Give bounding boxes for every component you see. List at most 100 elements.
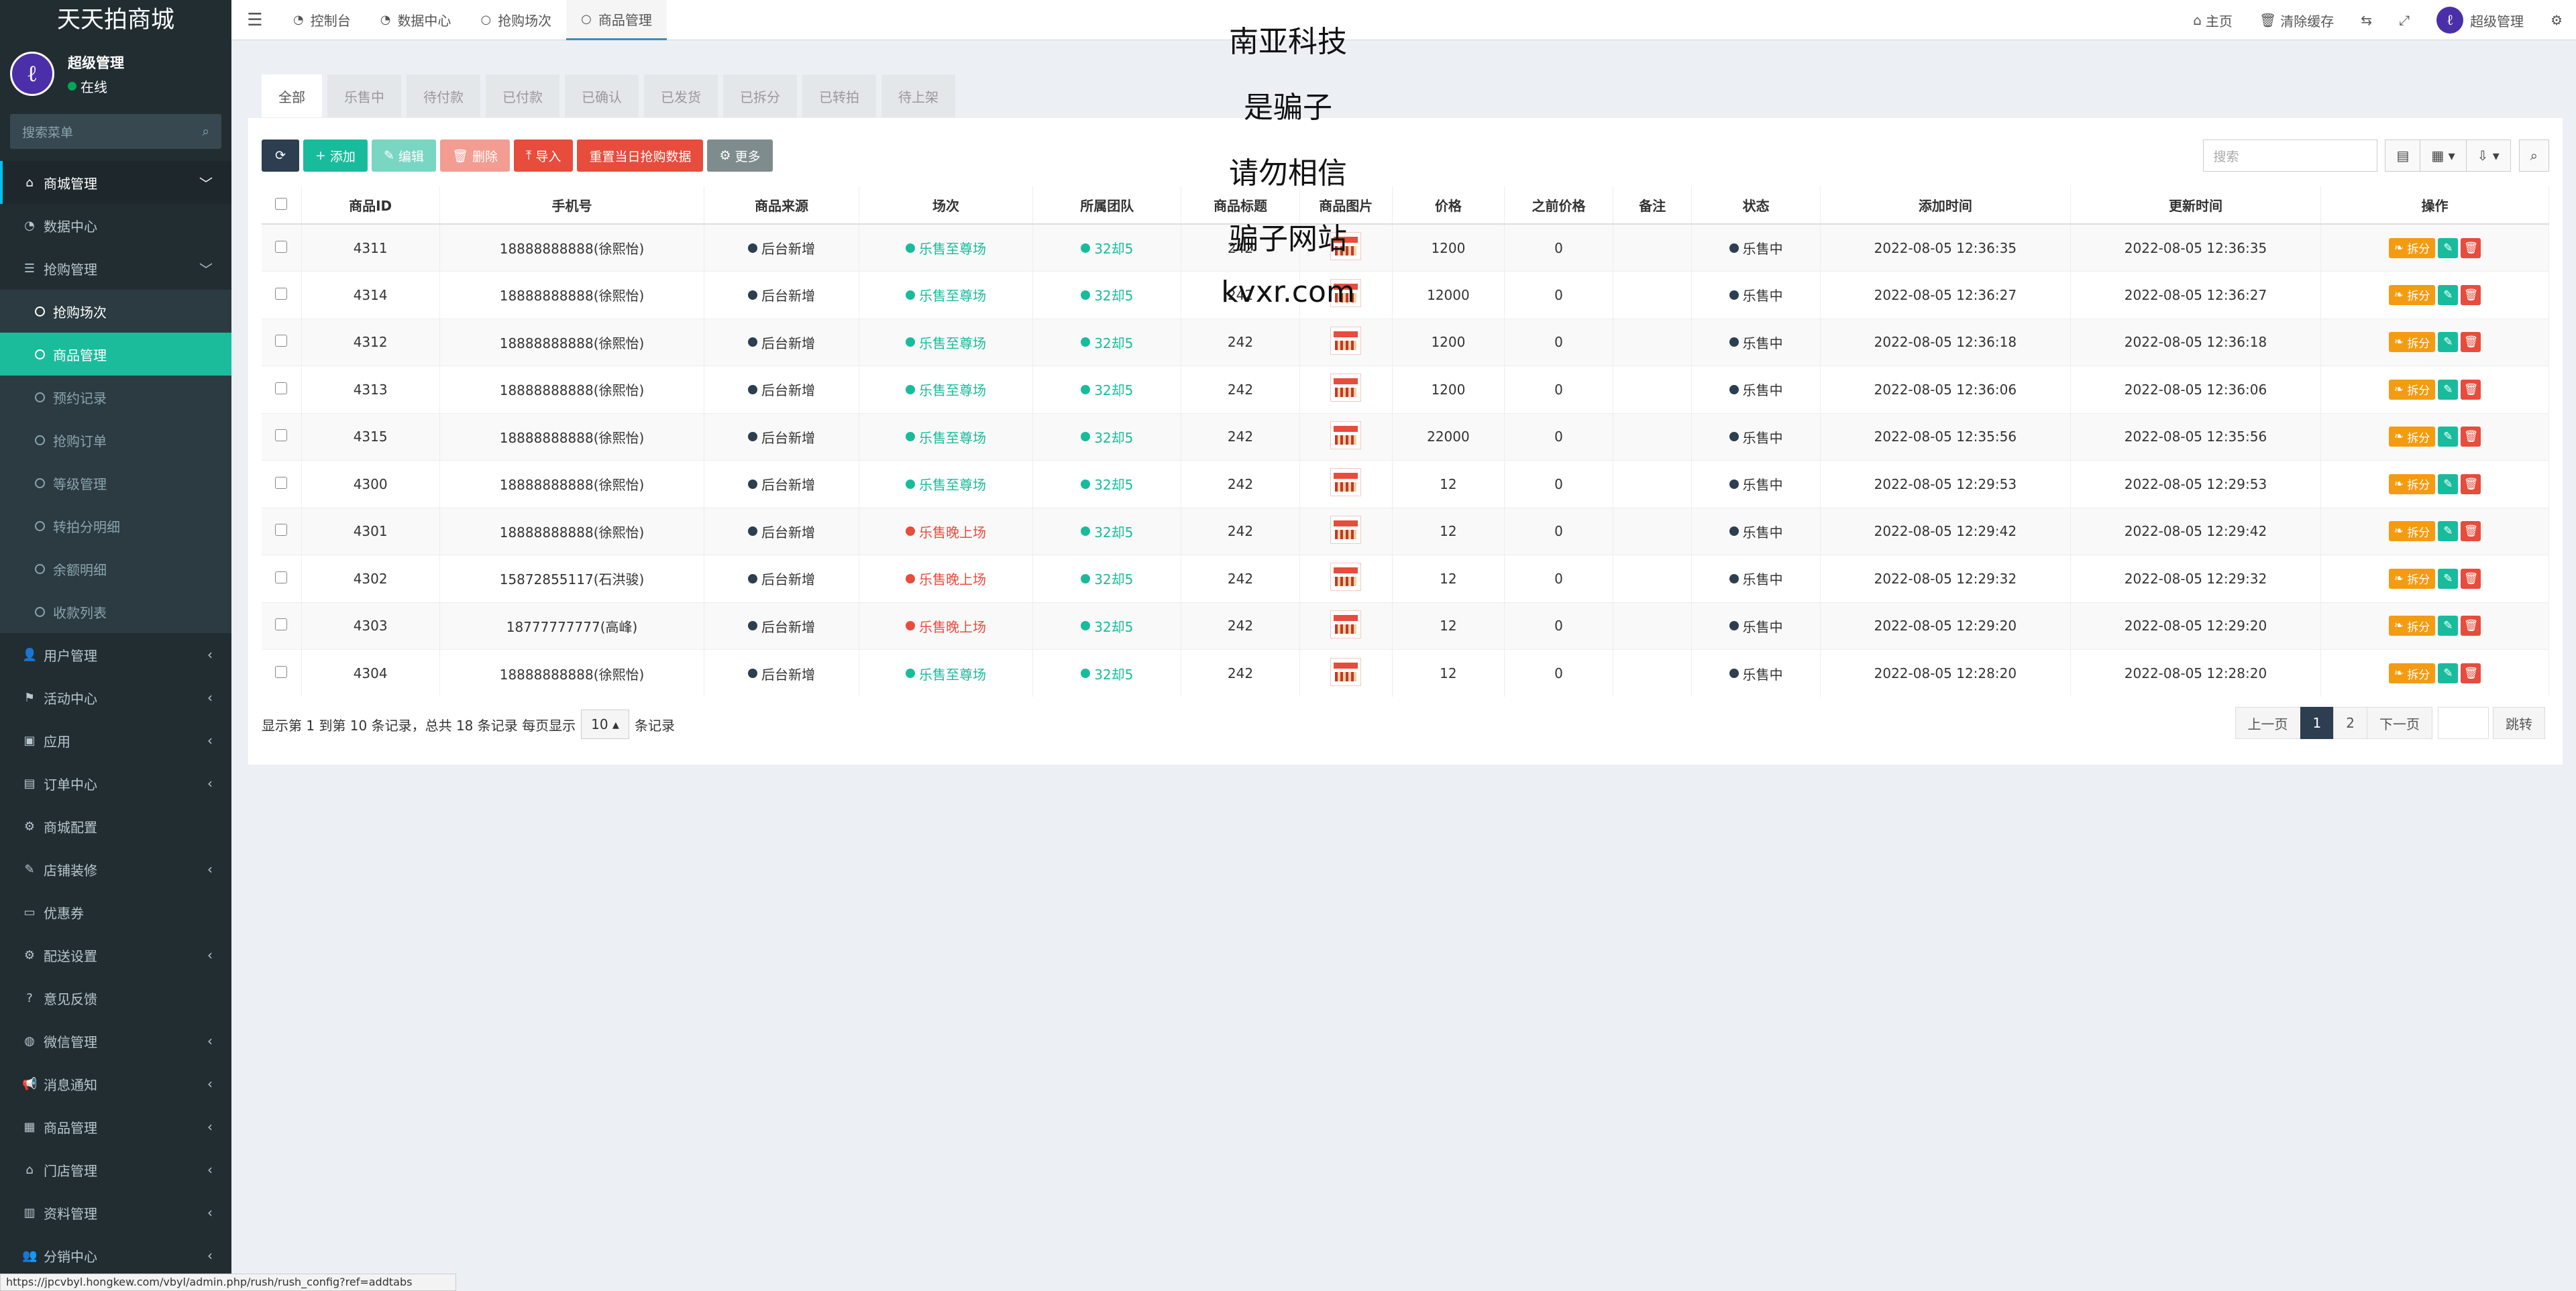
- team-badge[interactable]: 32却5: [1081, 238, 1133, 258]
- sidebar-search-input[interactable]: 搜索菜单 ⌕: [10, 114, 221, 149]
- goods-image[interactable]: [1330, 420, 1362, 449]
- goods-image[interactable]: [1330, 515, 1362, 544]
- sidebar-item[interactable]: 📢 消息通知 ‹: [0, 1062, 231, 1105]
- nav-tab[interactable]: ◔ 控制台: [278, 0, 366, 40]
- session-badge[interactable]: 乐售至尊场: [906, 380, 986, 399]
- row-checkbox[interactable]: [275, 240, 288, 253]
- team-badge[interactable]: 32却5: [1081, 427, 1133, 447]
- delete-row-button[interactable]: 🗑: [2461, 521, 2481, 542]
- sidebar-item[interactable]: ▣ 应用 ‹: [0, 719, 231, 762]
- goods-image[interactable]: [1330, 563, 1362, 592]
- edit-row-button[interactable]: ✎: [2438, 663, 2459, 683]
- sidebar-item[interactable]: ▤ 订单中心 ‹: [0, 762, 231, 805]
- prev-page-button[interactable]: 上一页: [2235, 707, 2301, 739]
- session-badge[interactable]: 乐售至尊场: [906, 427, 986, 447]
- table-row[interactable]: 4312 18888888888(徐熙怡) 后台新增 乐售至尊场 32却5 242 1200…: [262, 318, 2549, 366]
- toggle-view-icon[interactable]: ▤: [2385, 139, 2421, 172]
- edit-row-button[interactable]: ✎: [2438, 237, 2459, 258]
- split-button[interactable]: ❧ 拆分: [2388, 379, 2436, 400]
- table-row[interactable]: 4300 18888888888(徐熙怡) 后台新增 乐售至尊场 32却5 242 12 0 乐…: [262, 460, 2549, 508]
- delete-row-button[interactable]: 🗑: [2461, 332, 2481, 353]
- sidebar-item[interactable]: 👥 分销中心 ‹: [0, 1234, 231, 1277]
- sidebar-item[interactable]: ⌂ 商城管理 ﹀: [0, 161, 231, 204]
- delete-row-button[interactable]: 🗑: [2461, 237, 2481, 258]
- sidebar-item[interactable]: ? 意见反馈: [0, 976, 231, 1019]
- status-tab[interactable]: 已付款: [486, 74, 559, 117]
- goods-image[interactable]: [1330, 610, 1362, 638]
- clear-cache-button[interactable]: 🗑 清除缓存: [2246, 11, 2347, 30]
- search-icon[interactable]: ⌕: [2518, 139, 2549, 172]
- sidebar-subitem[interactable]: 余额明细: [0, 547, 231, 590]
- table-row[interactable]: 4311 18888888888(徐熙怡) 后台新增 乐售至尊场 32却5 242 1200…: [262, 223, 2549, 272]
- nav-tab[interactable]: ○ 商品管理: [566, 0, 667, 40]
- delete-row-button[interactable]: 🗑: [2461, 568, 2481, 589]
- session-badge[interactable]: 乐售至尊场: [906, 333, 986, 352]
- session-badge[interactable]: 乐售至尊场: [906, 474, 986, 494]
- split-button[interactable]: ❧ 拆分: [2388, 663, 2436, 683]
- status-tab[interactable]: 待上架: [881, 74, 955, 117]
- edit-row-button[interactable]: ✎: [2438, 521, 2459, 542]
- page-size-select[interactable]: 10 ▴: [581, 710, 629, 739]
- delete-row-button[interactable]: 🗑: [2461, 473, 2481, 494]
- team-badge[interactable]: 32却5: [1081, 569, 1133, 588]
- edit-row-button[interactable]: ✎: [2438, 284, 2459, 305]
- status-tab[interactable]: 已转拍: [802, 74, 876, 117]
- row-checkbox[interactable]: [275, 618, 288, 631]
- select-all-checkbox[interactable]: [275, 197, 288, 210]
- split-button[interactable]: ❧ 拆分: [2388, 332, 2436, 353]
- page-1-button[interactable]: 1: [2300, 707, 2334, 739]
- edit-row-button[interactable]: ✎: [2438, 616, 2459, 636]
- session-badge[interactable]: 乐售至尊场: [906, 285, 986, 304]
- session-badge[interactable]: 乐售晚上场: [906, 616, 986, 636]
- status-tab[interactable]: 已确认: [565, 74, 639, 117]
- sidebar-item[interactable]: ▦ 商品管理 ‹: [0, 1105, 231, 1148]
- delete-row-button[interactable]: 🗑: [2461, 427, 2481, 447]
- page-2-button[interactable]: 2: [2333, 707, 2367, 739]
- fullscreen-icon[interactable]: ⤢: [2385, 12, 2423, 28]
- status-tab[interactable]: 待付款: [407, 74, 480, 117]
- table-search-input[interactable]: 搜索: [2203, 139, 2378, 172]
- sidebar-subitem[interactable]: 抢购订单: [0, 418, 231, 461]
- row-checkbox[interactable]: [275, 429, 288, 442]
- team-badge[interactable]: 32却5: [1081, 333, 1133, 352]
- row-checkbox[interactable]: [275, 335, 288, 347]
- row-checkbox[interactable]: [275, 287, 288, 300]
- edit-row-button[interactable]: ✎: [2438, 568, 2459, 589]
- sidebar-subitem[interactable]: 收款列表: [0, 590, 231, 633]
- next-page-button[interactable]: 下一页: [2367, 707, 2432, 739]
- row-checkbox[interactable]: [275, 382, 288, 394]
- row-checkbox[interactable]: [275, 476, 288, 489]
- settings-icon[interactable]: ⚙: [2537, 12, 2576, 28]
- nav-tab[interactable]: ◔ 数据中心: [366, 0, 466, 40]
- translate-icon[interactable]: ⇆: [2347, 12, 2385, 28]
- reset-daily-button[interactable]: 重置当日抢购数据: [577, 139, 704, 172]
- jump-button[interactable]: 跳转: [2493, 707, 2545, 739]
- goods-image[interactable]: [1330, 326, 1362, 355]
- team-badge[interactable]: 32却5: [1081, 664, 1133, 683]
- sidebar-subitem[interactable]: 转拍分明细: [0, 504, 231, 547]
- table-row[interactable]: 4315 18888888888(徐熙怡) 后台新增 乐售至尊场 32却5 242 2200…: [262, 412, 2549, 461]
- status-tab[interactable]: 全部: [262, 74, 322, 117]
- sidebar-item[interactable]: ▥ 资料管理 ‹: [0, 1191, 231, 1234]
- sidebar-item[interactable]: 👤 用户管理 ‹: [0, 633, 231, 676]
- split-button[interactable]: ❧ 拆分: [2388, 521, 2436, 542]
- row-checkbox[interactable]: [275, 666, 288, 678]
- columns-icon[interactable]: ▦ ▾: [2420, 139, 2467, 172]
- nav-tab[interactable]: ○ 抢购场次: [466, 0, 566, 40]
- table-row[interactable]: 4313 18888888888(徐熙怡) 后台新增 乐售至尊场 32却5 242 1200…: [262, 366, 2549, 413]
- sidebar-item[interactable]: ☰ 抢购管理 ﹀: [0, 247, 231, 290]
- menu-toggle-icon[interactable]: ☰: [231, 10, 278, 30]
- sidebar-item[interactable]: ⚑ 活动中心 ‹: [0, 676, 231, 719]
- more-button[interactable]: ⚙ 更多: [707, 139, 773, 172]
- sidebar-item[interactable]: ⚙ 配送设置 ‹: [0, 934, 231, 976]
- edit-row-button[interactable]: ✎: [2438, 473, 2459, 494]
- sidebar-subitem[interactable]: 抢购场次: [0, 290, 231, 333]
- export-icon[interactable]: ⇩ ▾: [2465, 139, 2511, 172]
- session-badge[interactable]: 乐售至尊场: [906, 238, 986, 258]
- delete-row-button[interactable]: 🗑: [2461, 663, 2481, 683]
- team-badge[interactable]: 32却5: [1081, 285, 1133, 304]
- sidebar-item[interactable]: ◍ 微信管理 ‹: [0, 1019, 231, 1062]
- table-row[interactable]: 4301 18888888888(徐熙怡) 后台新增 乐售晚上场 32却5 242 12 0 乐…: [262, 507, 2549, 555]
- split-button[interactable]: ❧ 拆分: [2388, 568, 2436, 589]
- split-button[interactable]: ❧ 拆分: [2388, 284, 2436, 305]
